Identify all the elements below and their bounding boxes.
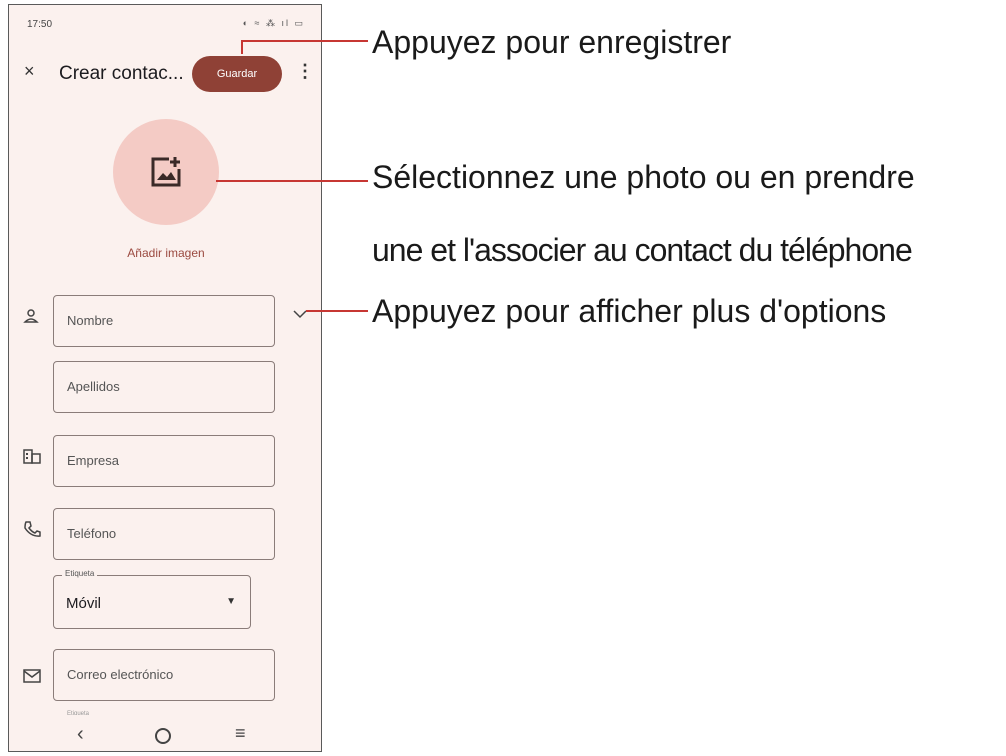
company-field[interactable]: Empresa [53, 435, 275, 487]
first-name-field[interactable]: Nombre [53, 295, 275, 347]
status-time: 17:50 [27, 19, 53, 30]
phone-screen: 17:50 ◐ ≈ ⁂ ıl ▭ × Crear contac... Guard… [8, 4, 322, 752]
page-title: Crear contac... [59, 63, 184, 84]
phone-label-select[interactable]: Etiqueta Móvil ▼ [53, 569, 251, 629]
callout-save: Appuyez pour enregistrer [372, 24, 732, 60]
callout-photo-line1: Sélectionnez une photo ou en prendre [372, 159, 915, 195]
add-photo-icon [151, 157, 181, 187]
phone-field[interactable]: Teléfono [53, 508, 275, 560]
photo-leader-line [216, 180, 368, 182]
back-icon[interactable]: ‹ [77, 723, 84, 746]
select-caption: Etiqueta [62, 569, 98, 578]
recents-icon[interactable]: ≡ [235, 723, 246, 744]
email-field[interactable]: Correo electrónico [53, 649, 275, 701]
status-icons: ◐ ≈ ⁂ ıl ▭ [242, 18, 305, 28]
more-options-icon[interactable]: ⋮ [296, 61, 314, 82]
add-image-link[interactable]: Añadir imagen [109, 246, 223, 260]
callout-photo-line2: une et l'associer au contact du téléphon… [372, 232, 913, 268]
save-button[interactable]: Guardar [192, 56, 282, 92]
select-value: Móvil [66, 595, 102, 612]
person-icon [23, 309, 39, 323]
close-icon[interactable]: × [24, 61, 35, 82]
save-leader-line [241, 40, 243, 54]
last-name-field[interactable]: Apellidos [53, 361, 275, 413]
company-icon [23, 449, 41, 464]
options-leader-line [306, 310, 368, 312]
phone-icon [24, 521, 41, 537]
system-nav-bar: ‹ ≡ [9, 715, 321, 751]
callout-more-options: Appuyez pour afficher plus d'options [372, 293, 887, 329]
dropdown-arrow-icon: ▼ [226, 596, 236, 607]
add-photo-button[interactable] [113, 119, 219, 225]
home-icon[interactable] [155, 728, 171, 744]
save-leader-line-h [241, 40, 368, 42]
email-icon [23, 669, 41, 683]
top-app-bar: × Crear contac... Guardar ⋮ [9, 55, 321, 95]
